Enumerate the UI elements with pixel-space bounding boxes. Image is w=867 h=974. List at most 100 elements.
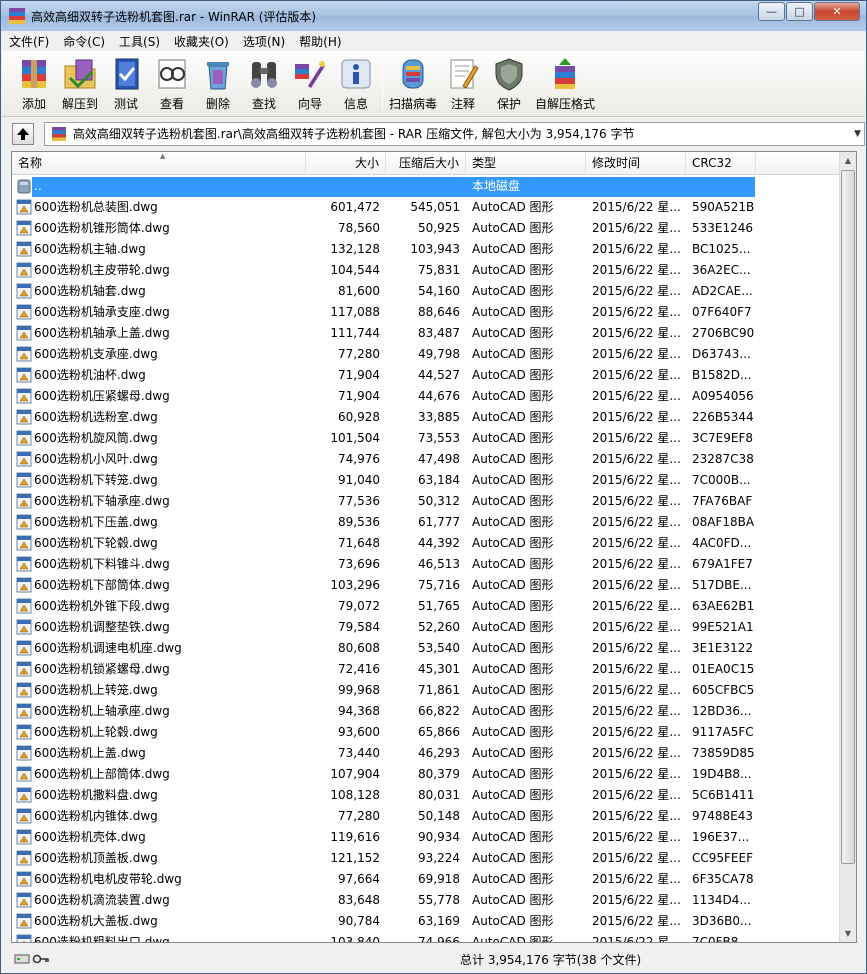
file-row[interactable]: 600选粉机下部筒体.dwg 103,296 75,716 AutoCAD 图形 201… [12,575,841,596]
file-type: AutoCAD 图形 [472,515,554,529]
close-button[interactable]: ✕ [814,2,860,21]
file-packed-size: 74,966 [418,935,460,943]
file-name: 600选粉机壳体.dwg [34,830,146,844]
sfx-label: 自解压格式 [535,97,596,111]
file-size: 101,504 [330,431,380,445]
file-type: AutoCAD 图形 [472,704,554,718]
up-arrow-icon [16,127,29,140]
column-header-size[interactable]: 大小 [306,152,386,175]
file-row[interactable]: 600选粉机上转笼.dwg 99,968 71,861 AutoCAD 图形 2015/… [12,680,841,701]
file-row[interactable]: 600选粉机内锥体.dwg 77,280 50,148 AutoCAD 图形 2015/… [12,806,841,827]
wizard-button[interactable]: 向导 [290,55,330,112]
file-size: 78,560 [338,221,380,235]
up-folder-button[interactable] [12,122,34,145]
file-type: AutoCAD 图形 [472,914,554,928]
test-button[interactable]: 测试 [106,55,146,112]
extract-to-button[interactable]: 解压到 [60,55,100,112]
file-row[interactable]: 600选粉机总装图.dwg 601,472 545,051 AutoCAD 图形 201… [12,197,841,218]
column-header-packed[interactable]: 压缩后大小 [386,152,466,175]
column-header-crc32[interactable]: CRC32 [686,152,756,175]
file-row[interactable]: 600选粉机下料锥斗.dwg 73,696 46,513 AutoCAD 图形 2015… [12,554,841,575]
file-row[interactable]: 600选粉机支承座.dwg 77,280 49,798 AutoCAD 图形 2015/… [12,344,841,365]
address-field[interactable]: 高效高细双转子选粉机套图.rar\高效高细双转子选粉机套图 - RAR 压缩文件… [43,121,865,146]
parent-folder-row[interactable]: .. 本地磁盘 [12,176,841,197]
file-crc32: 9117A5FC [692,725,754,739]
rar-archive-icon [51,126,66,141]
file-row[interactable]: 600选粉机小风叶.dwg 74,976 47,498 AutoCAD 图形 2015/… [12,449,841,470]
scroll-down-arrow-icon[interactable]: ▼ [840,925,856,942]
menu-help[interactable]: 帮助(H) [292,33,348,50]
dwg-file-icon [16,325,32,341]
file-name: 600选粉机下料锥斗.dwg [34,557,170,571]
column-header-modified[interactable]: 修改时间 [586,152,686,175]
add-button[interactable]: 添加 [14,55,54,112]
file-row[interactable]: 600选粉机撒料盘.dwg 108,128 80,031 AutoCAD 图形 2015… [12,785,841,806]
file-row[interactable]: 600选粉机下轮毂.dwg 71,648 44,392 AutoCAD 图形 2015/… [12,533,841,554]
file-row[interactable]: 600选粉机主轴.dwg 132,128 103,943 AutoCAD 图形 2015… [12,239,841,260]
file-list[interactable]: 名称 大小 压缩后大小 类型 修改时间 CRC32 ▲ .. 本地磁盘 600选… [11,151,857,943]
file-row[interactable]: 600选粉机上盖.dwg 73,440 46,293 AutoCAD 图形 2015/6… [12,743,841,764]
file-name: 600选粉机调速电机座.dwg [34,641,182,655]
scrollbar-thumb[interactable] [841,170,855,864]
vertical-scrollbar[interactable]: ▲ ▼ [839,152,856,942]
file-row[interactable]: 600选粉机锥形筒体.dwg 78,560 50,925 AutoCAD 图形 2015… [12,218,841,239]
menu-favorites[interactable]: 收藏夹(O) [167,33,236,50]
file-row[interactable]: 600选粉机旋风筒.dwg 101,504 73,553 AutoCAD 图形 2015… [12,428,841,449]
file-crc32: 97488E43 [692,809,754,823]
menu-tools[interactable]: 工具(S) [112,33,167,50]
file-row[interactable]: 600选粉机下轴承座.dwg 77,536 50,312 AutoCAD 图形 2015… [12,491,841,512]
file-row[interactable]: 600选粉机滴流装置.dwg 83,648 55,778 AutoCAD 图形 2015… [12,890,841,911]
comment-button[interactable]: 注释 [443,55,483,112]
file-row[interactable]: 600选粉机主皮带轮.dwg 104,544 75,831 AutoCAD 图形 201… [12,260,841,281]
view-button[interactable]: 查看 [152,55,192,112]
file-row[interactable]: 600选粉机压紧螺母.dwg 71,904 44,676 AutoCAD 图形 2015… [12,386,841,407]
file-row[interactable]: 600选粉机壳体.dwg 119,616 90,934 AutoCAD 图形 2015/… [12,827,841,848]
menu-file[interactable]: 文件(F) [2,33,56,50]
scroll-up-arrow-icon[interactable]: ▲ [840,152,856,169]
delete-button[interactable]: 删除 [198,55,238,112]
virus-scan-button[interactable]: 扫描病毒 [389,55,437,112]
file-row[interactable]: 600选粉机大盖板.dwg 90,784 63,169 AutoCAD 图形 2015/… [12,911,841,932]
file-row[interactable]: 600选粉机轴承上盖.dwg 111,744 83,487 AutoCAD 图形 201… [12,323,841,344]
file-row[interactable]: 600选粉机调整垫铁.dwg 79,584 52,260 AutoCAD 图形 2015… [12,617,841,638]
title-bar[interactable]: 高效高细双转子选粉机套图.rar - WinRAR (评估版本) — □ ✕ [1,1,866,31]
file-row[interactable]: 600选粉机外锥下段.dwg 79,072 51,765 AutoCAD 图形 2015… [12,596,841,617]
info-button[interactable]: 信息 [336,55,376,112]
file-packed-size: 50,148 [418,809,460,823]
file-row[interactable]: 600选粉机选粉室.dwg 60,928 33,885 AutoCAD 图形 2015/… [12,407,841,428]
column-header-type[interactable]: 类型 [466,152,586,175]
file-size: 99,968 [338,683,380,697]
file-size: 71,648 [338,536,380,550]
file-row[interactable]: 600选粉机下压盖.dwg 89,536 61,777 AutoCAD 图形 2015/… [12,512,841,533]
file-row[interactable]: 600选粉机粗料出口.dwg 103,840 74,966 AutoCAD 图形 201… [12,932,841,943]
file-row[interactable]: 600选粉机下转笼.dwg 91,040 63,184 AutoCAD 图形 2015/… [12,470,841,491]
file-packed-size: 50,312 [418,494,460,508]
menu-options[interactable]: 选项(N) [236,33,292,50]
file-row[interactable]: 600选粉机锁紧螺母.dwg 72,416 45,301 AutoCAD 图形 2015… [12,659,841,680]
file-row[interactable]: 600选粉机轴套.dwg 81,600 54,160 AutoCAD 图形 2015/6… [12,281,841,302]
maximize-button[interactable]: □ [786,2,813,21]
file-row[interactable]: 600选粉机顶盖板.dwg 121,152 93,224 AutoCAD 图形 2015… [12,848,841,869]
file-row[interactable]: 600选粉机上部筒体.dwg 107,904 80,379 AutoCAD 图形 201… [12,764,841,785]
address-dropdown-icon[interactable]: ▼ [854,129,861,139]
local-disk-icon [17,179,31,194]
menu-commands[interactable]: 命令(C) [56,33,112,50]
file-packed-size: 44,392 [418,536,460,550]
column-header-name[interactable]: 名称 [12,152,306,175]
file-row[interactable]: 600选粉机上轴承座.dwg 94,368 66,822 AutoCAD 图形 2015… [12,701,841,722]
minimize-button[interactable]: — [758,2,785,21]
file-row[interactable]: 600选粉机电机皮带轮.dwg 97,664 69,918 AutoCAD 图形 201… [12,869,841,890]
file-row[interactable]: 600选粉机轴承支座.dwg 117,088 88,646 AutoCAD 图形 201… [12,302,841,323]
file-row[interactable]: 600选粉机上轮毂.dwg 93,600 65,866 AutoCAD 图形 2015/… [12,722,841,743]
find-button[interactable]: 查找 [244,55,284,112]
file-row[interactable]: 600选粉机调速电机座.dwg 80,608 53,540 AutoCAD 图形 201… [12,638,841,659]
sfx-button[interactable]: 自解压格式 [535,55,595,112]
file-row[interactable]: 600选粉机油杯.dwg 71,904 44,527 AutoCAD 图形 2015/6… [12,365,841,386]
file-size: 79,072 [338,599,380,613]
add-archive-icon [14,55,54,93]
file-size: 83,648 [338,893,380,907]
test-icon [106,55,146,93]
file-crc32: 63AE62B1 [692,599,755,613]
protect-button[interactable]: 保护 [489,55,529,112]
file-type: AutoCAD 图形 [472,641,554,655]
